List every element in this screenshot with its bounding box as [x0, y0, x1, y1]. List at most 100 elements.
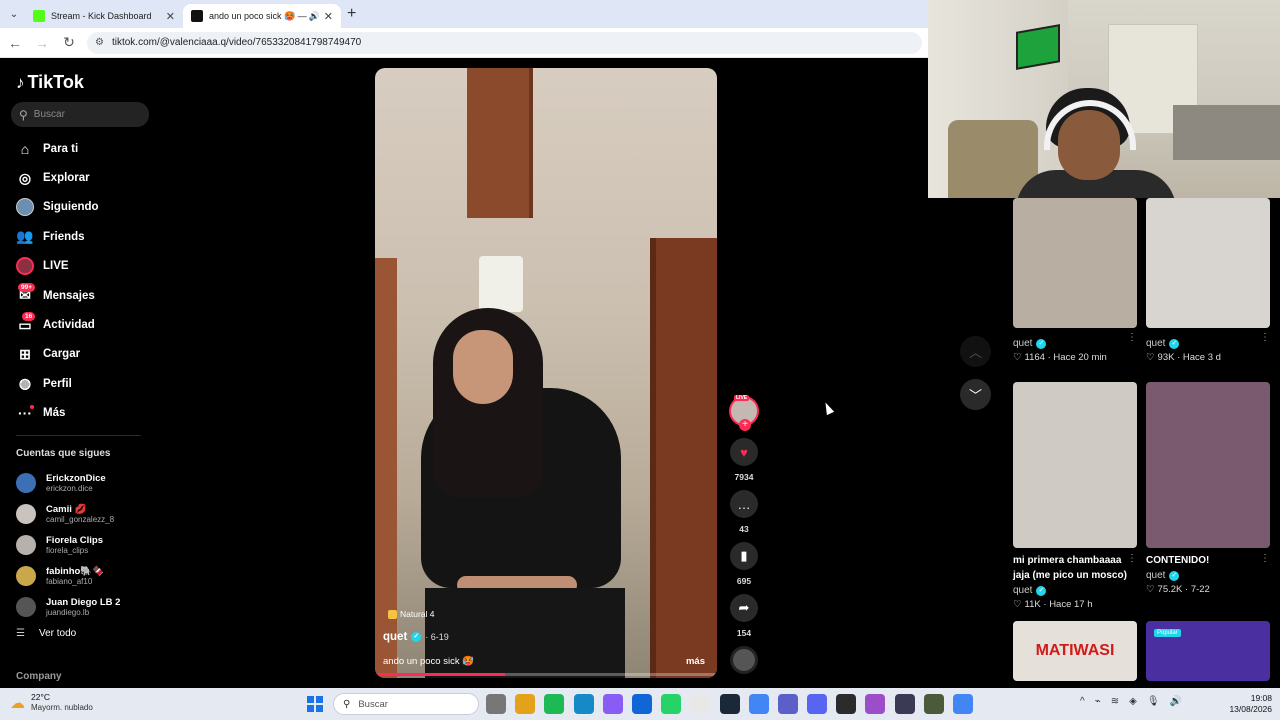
card-author[interactable]: quet ✓ [1013, 338, 1137, 349]
sidebar-item-cargar[interactable]: ⊞ Cargar [16, 340, 156, 369]
more-options-icon[interactable]: ⋮ [1127, 332, 1137, 343]
taskbar-app-icon[interactable] [631, 694, 652, 714]
video-author[interactable]: quet ✓ · 6-19 [383, 631, 449, 643]
video-thumbnail[interactable] [1146, 198, 1270, 328]
url-field[interactable]: ⚙ tiktok.com/@valenciaaa.q/video/7653320… [87, 31, 922, 54]
chevron-up-icon[interactable]: ^ [1080, 696, 1085, 707]
taskbar-app-icon[interactable] [894, 694, 915, 714]
wifi-icon[interactable]: ≋ [1111, 696, 1119, 707]
close-tab-icon[interactable]: ✕ [166, 10, 175, 23]
next-video-button[interactable]: ﹀ [960, 379, 991, 410]
search-box[interactable]: ⚲ [11, 102, 149, 127]
company-link[interactable]: Company [16, 671, 62, 682]
video-card-info[interactable]: ⋮ CONTENIDO! quet ✓ ♡ 75.2K · 7-22 [1146, 553, 1270, 595]
taskbar-app-icon[interactable] [777, 694, 798, 714]
close-tab-icon[interactable]: ✕ [324, 10, 333, 23]
tab-tiktok-video[interactable]: ando un poco sick 🥵 — q 🔊 ✕ [183, 4, 341, 28]
comment-action[interactable]: … 43 [726, 490, 762, 534]
more-button[interactable]: más [686, 656, 705, 667]
comment-icon[interactable]: … [730, 490, 758, 518]
following-account[interactable]: Juan Diego LB 2 juandiego.lb [16, 591, 156, 622]
new-tab-button[interactable]: + [347, 5, 356, 23]
see-all-link[interactable]: ☰ Ver todo [16, 628, 76, 639]
bookmark-icon[interactable]: ▮ [730, 542, 758, 570]
more-options-icon[interactable]: ⋮ [1260, 332, 1270, 343]
sidebar-item-perfil[interactable]: ◍ Perfil [16, 369, 156, 398]
sidebar-item-mensajes[interactable]: ✉ 99+ Mensajes [16, 281, 156, 310]
upload-icon: ⊞ [19, 345, 31, 362]
weather-widget[interactable]: ☁ 22°C Mayorm. nublado [10, 692, 93, 713]
sidebar-item-explorar[interactable]: ◎ Explorar [16, 163, 156, 192]
clock[interactable]: 19:08 13/08/2026 [1229, 693, 1272, 715]
taskbar-app-icon[interactable] [515, 694, 536, 714]
heart-outline-icon: ♡ [1013, 599, 1022, 610]
network-icon[interactable]: ⌁ [1095, 696, 1101, 707]
start-button[interactable] [307, 696, 323, 712]
taskbar-app-icon[interactable] [602, 694, 623, 714]
tiktok-logo[interactable]: ♪ TikTok [16, 72, 84, 93]
taskbar-app-icon[interactable] [486, 694, 506, 714]
site-info-icon[interactable]: ⚙ [95, 37, 104, 48]
sidebar-item-mas[interactable]: ··· Más [16, 399, 156, 428]
following-account[interactable]: fabinho🐘🍫 fabiano_af10 [16, 560, 156, 591]
follow-plus-icon[interactable]: + [739, 419, 751, 431]
video-thumbnail[interactable] [1013, 382, 1137, 548]
taskbar-search[interactable]: ⚲ Buscar [333, 693, 479, 715]
save-action[interactable]: ▮ 695 [726, 542, 762, 586]
music-disc-icon[interactable] [730, 646, 758, 674]
card-author-name: quet [1013, 585, 1033, 596]
previous-video-button[interactable]: ︿ [960, 336, 991, 367]
card-author[interactable]: quet ✓ [1013, 585, 1137, 596]
video-card-info[interactable]: ⋮ quet ✓ ♡ 93K · Hace 3 d [1146, 332, 1270, 363]
creator-avatar[interactable]: LIVE + [729, 395, 759, 431]
share-action[interactable]: ➦ 154 [726, 594, 762, 638]
taskbar-app-icon[interactable] [865, 694, 886, 714]
card-author[interactable]: quet ✓ [1146, 338, 1270, 349]
video-thumbnail[interactable]: Popular [1146, 621, 1270, 681]
account-name: Camii 💋 [46, 504, 87, 516]
video-effect-label[interactable]: Natural 4 [388, 609, 435, 619]
speaker-icon[interactable]: 🔊 [309, 11, 320, 22]
tab-kick-dashboard[interactable]: Stream - Kick Dashboard ✕ [25, 4, 183, 28]
more-options-icon[interactable]: ⋮ [1260, 553, 1270, 564]
taskbar-app-icon[interactable] [719, 694, 740, 714]
video-thumbnail[interactable]: MATIWASI [1013, 621, 1137, 681]
video-player[interactable]: Natural 4 quet ✓ · 6-19 ando un poco sic… [375, 68, 717, 678]
sidebar-item-live[interactable]: LIVE [16, 252, 156, 281]
following-account[interactable]: Fiorela Clips fiorela_clips [16, 530, 156, 561]
sidebar-item-para-ti[interactable]: ⌂ Para ti [16, 134, 156, 163]
microphone-icon[interactable]: 🎙 [1147, 696, 1160, 707]
heart-icon[interactable]: ♥ [730, 438, 758, 466]
video-progress-bar[interactable] [375, 673, 717, 676]
following-account[interactable]: ErickzonDice erickzon.dice [16, 468, 156, 499]
taskbar-app-icon[interactable] [544, 694, 565, 714]
taskbar-app-icon[interactable] [923, 694, 944, 714]
taskbar-app-icon[interactable] [573, 694, 594, 714]
sidebar-item-siguiendo[interactable]: Siguiendo [16, 193, 156, 222]
back-icon[interactable]: ← [3, 35, 27, 51]
video-card-info[interactable]: ⋮ quet ✓ ♡ 1164 · Hace 20 min [1013, 332, 1137, 363]
taskbar-app-icon[interactable] [836, 694, 857, 714]
sidebar-item-friends[interactable]: 👥 Friends [16, 222, 156, 251]
taskbar-app-icon[interactable] [690, 694, 711, 714]
tab-search-button[interactable]: ⌄ [3, 4, 25, 24]
taskbar-app-icon[interactable] [953, 694, 973, 714]
video-card-info[interactable]: ⋮ mi primera chambaaaa jaja (me pico un … [1013, 553, 1137, 610]
share-icon[interactable]: ➦ [730, 594, 758, 622]
card-author[interactable]: quet ✓ [1146, 570, 1270, 581]
taskbar-app-icon[interactable] [661, 694, 682, 714]
taskbar-app-icon[interactable] [807, 694, 828, 714]
following-account[interactable]: Camii 💋 camil_gonzalezz_8 [16, 499, 156, 530]
speaker-icon[interactable]: 🔊 [1170, 696, 1182, 707]
search-input[interactable] [33, 109, 134, 120]
forward-icon[interactable]: → [30, 35, 54, 51]
like-action[interactable]: ♥ 7934 [726, 438, 762, 482]
sidebar-item-actividad[interactable]: ▭ 16 Actividad [16, 310, 156, 339]
heart-outline-icon: ♡ [1146, 352, 1155, 363]
shield-icon[interactable]: ◈ [1129, 696, 1137, 707]
video-thumbnail[interactable] [1013, 198, 1137, 328]
video-thumbnail[interactable] [1146, 382, 1270, 548]
taskbar-app-icon[interactable] [748, 694, 769, 714]
more-options-icon[interactable]: ⋮ [1127, 553, 1137, 564]
reload-icon[interactable]: ↻ [57, 34, 81, 51]
